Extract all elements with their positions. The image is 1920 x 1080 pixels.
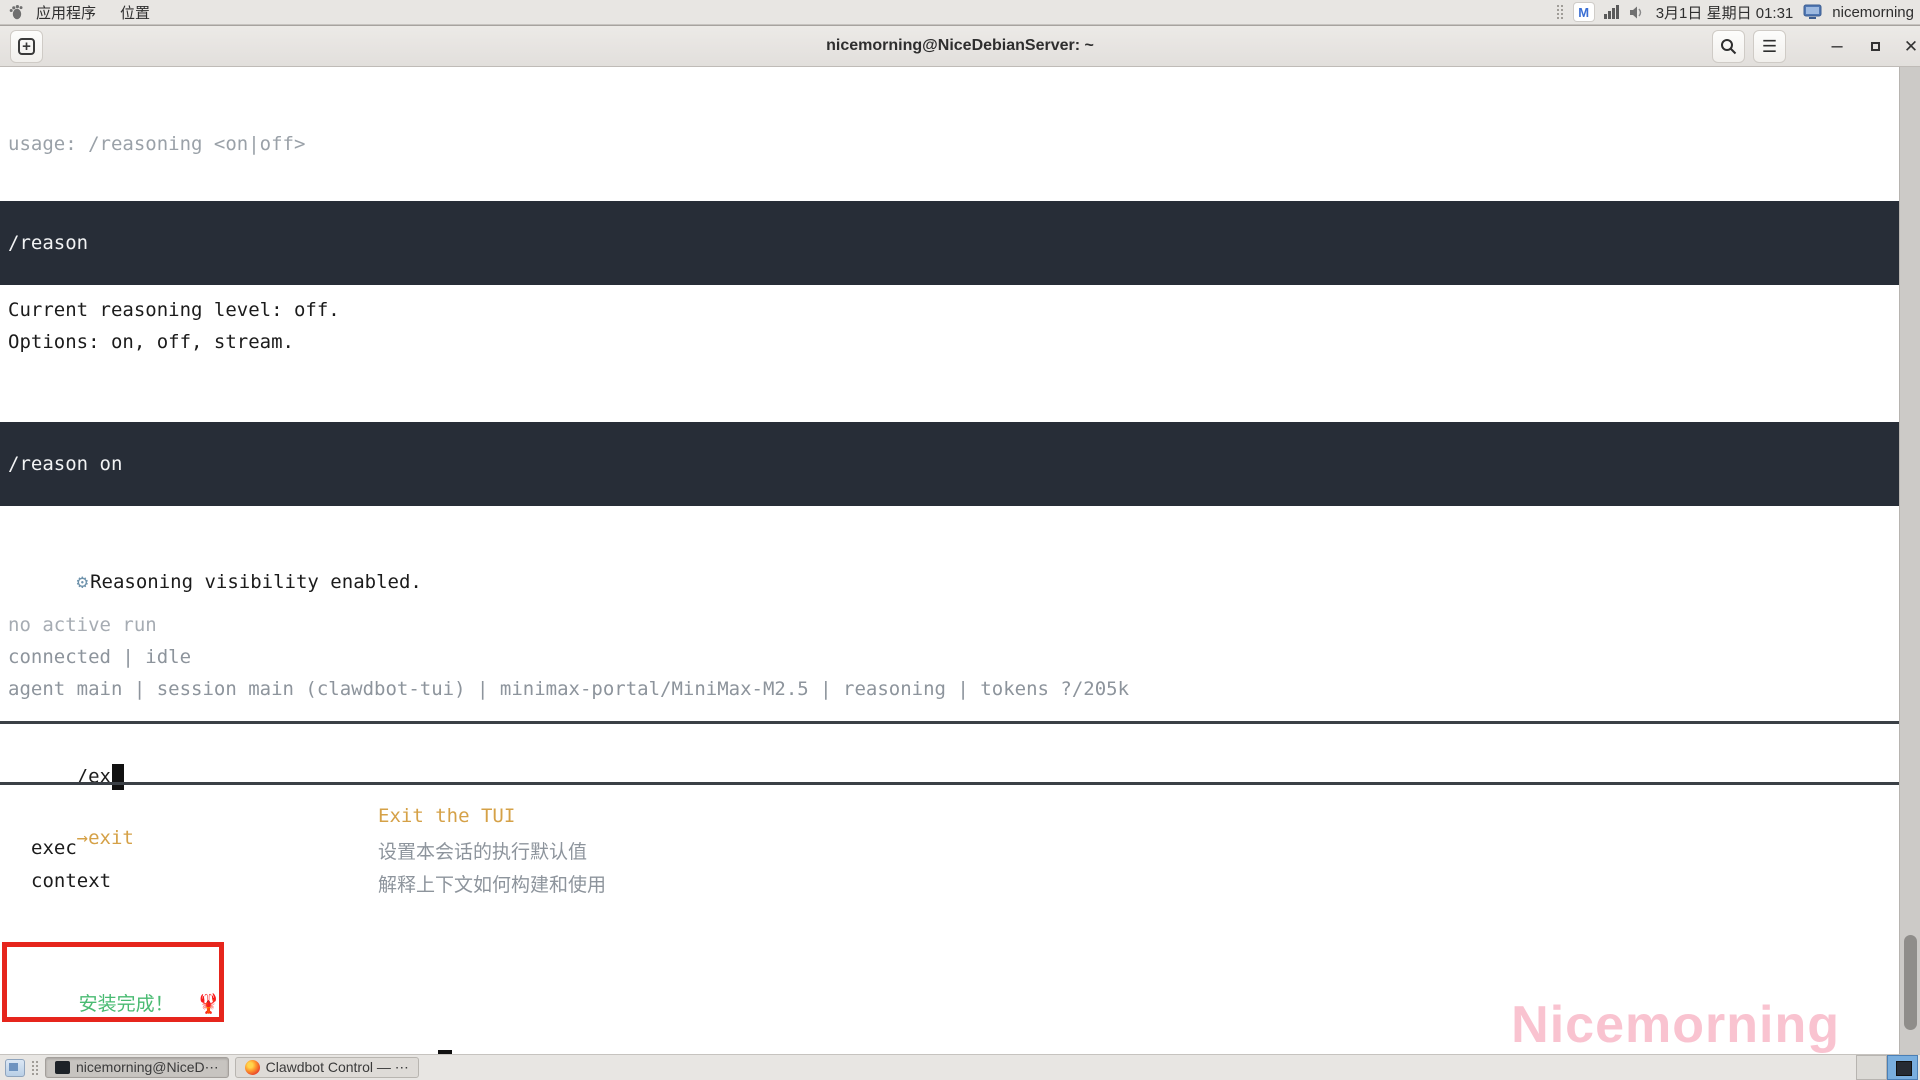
completion-context-desc: 解释上下文如何构建和使用	[378, 870, 606, 897]
maximize-icon	[1871, 42, 1880, 51]
watermark: Nicemorning	[1511, 995, 1840, 1054]
window-titlebar[interactable]: nicemorning@NiceDebianServer: ~ + ☰ – ✕	[0, 26, 1920, 67]
completion-item-exec[interactable]: exec	[31, 837, 77, 859]
reasoning-enabled-line: ⚙Reasoning visibility enabled.	[8, 549, 422, 615]
command-echo-reason-on: /reason on	[0, 422, 1899, 506]
reasoning-enabled-text: Reasoning visibility enabled.	[90, 571, 422, 593]
status-agent-line: agent main | session main (clawdbot-tui)…	[8, 678, 1129, 700]
search-icon	[1720, 38, 1737, 55]
menu-places[interactable]: 位置	[108, 0, 162, 25]
hamburger-menu-button[interactable]: ☰	[1753, 30, 1786, 63]
new-tab-button[interactable]: +	[10, 30, 43, 63]
taskbar-item-browser[interactable]: Clawdbot Control — ⋯	[235, 1057, 419, 1078]
search-button[interactable]	[1712, 30, 1745, 63]
completion-exec-desc: 设置本会话的执行默认值	[378, 837, 587, 864]
input-box-top-border	[0, 721, 1899, 724]
show-desktop-button[interactable]	[5, 1059, 25, 1077]
panel-username[interactable]: nicemorning	[1832, 4, 1914, 21]
workspace-cell-active[interactable]	[1887, 1055, 1918, 1080]
top-panel: 应用程序 位置 M 3月1日 星期日 01:31 nicemorning	[0, 0, 1920, 25]
input-box-bottom-border	[0, 782, 1899, 785]
terminal-scrollbar[interactable]	[1899, 67, 1920, 1054]
status-run-line: no active run	[8, 614, 157, 636]
panel-drag-handle[interactable]	[1556, 4, 1564, 20]
minimize-button[interactable]: –	[1822, 26, 1852, 67]
network-signal-icon[interactable]	[1604, 5, 1619, 19]
volume-icon[interactable]	[1629, 5, 1646, 20]
workspace-cell-inactive[interactable]	[1856, 1055, 1887, 1080]
selection-arrow-icon: →	[77, 827, 88, 849]
taskbar-drag-handle[interactable]	[31, 1060, 39, 1076]
terminal-icon	[55, 1061, 70, 1074]
session-screen-icon[interactable]	[1803, 4, 1822, 20]
window-title: nicemorning@NiceDebianServer: ~	[0, 37, 1920, 55]
terminal-viewport[interactable]: usage: /reasoning <on|off> /reason Curre…	[0, 67, 1920, 1054]
new-tab-icon: +	[18, 38, 35, 55]
scrollbar-thumb[interactable]	[1904, 935, 1917, 1030]
completion-exit-desc: Exit the TUI	[378, 805, 515, 827]
command-echo-reason-on-text: /reason on	[8, 453, 122, 475]
gnome-foot-icon[interactable]	[8, 4, 24, 20]
reasoning-options-line: Options: on, off, stream.	[8, 331, 294, 353]
taskbar-item-browser-label: Clawdbot Control — ⋯	[266, 1059, 409, 1076]
taskbar-item-terminal[interactable]: nicemorning@NiceD⋯	[45, 1057, 229, 1078]
usage-line: usage: /reasoning <on|off>	[8, 133, 305, 155]
reasoning-level-line: Current reasoning level: off.	[8, 299, 340, 321]
shell-prompt[interactable]: nicemorning@NiceDebianServer:~$	[2, 1028, 452, 1054]
panel-clock[interactable]: 3月1日 星期日 01:31	[1656, 2, 1794, 23]
input-cursor	[112, 764, 124, 790]
gear-icon: ⚙	[77, 571, 88, 593]
hamburger-icon: ☰	[1762, 37, 1777, 57]
command-input[interactable]: /ex	[8, 742, 124, 812]
command-echo-reason: /reason	[0, 201, 1899, 285]
taskbar-item-terminal-label: nicemorning@NiceD⋯	[76, 1059, 219, 1076]
status-connection-line: connected | idle	[8, 646, 191, 668]
menu-applications[interactable]: 应用程序	[24, 0, 108, 25]
mail-icon[interactable]: M	[1574, 3, 1594, 21]
command-echo-reason-text: /reason	[8, 232, 88, 254]
workspace-switcher[interactable]	[1856, 1055, 1918, 1080]
firefox-icon	[245, 1060, 260, 1075]
install-done-text: 安装完成！	[79, 993, 174, 1015]
completion-item-context[interactable]: context	[31, 870, 111, 892]
maximize-button[interactable]	[1860, 26, 1890, 67]
terminal-window: nicemorning@NiceDebianServer: ~ + ☰ – ✕ …	[0, 25, 1920, 1054]
lobster-emoji: 🦞	[197, 993, 221, 1015]
taskbar: nicemorning@NiceD⋯ Clawdbot Control — ⋯	[0, 1054, 1920, 1080]
completion-exit-label: exit	[88, 827, 134, 849]
close-button[interactable]: ✕	[1896, 26, 1920, 67]
